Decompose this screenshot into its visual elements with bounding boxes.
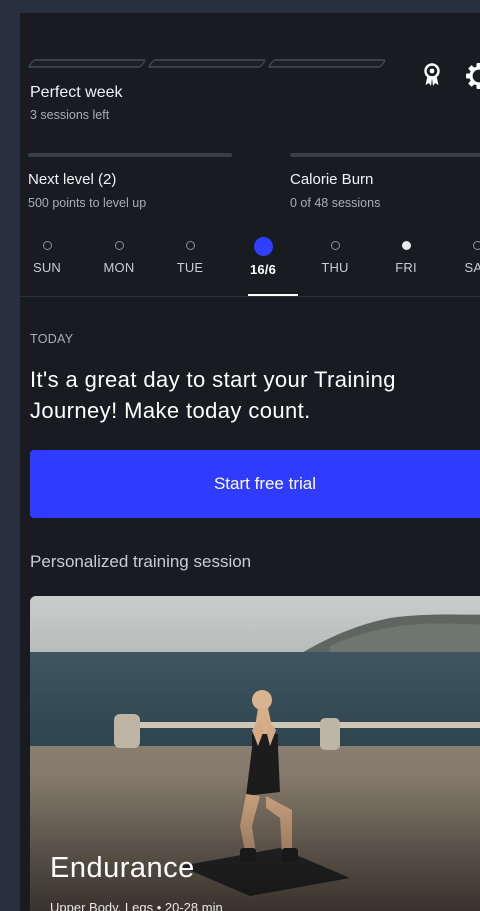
day-label: TUE: [176, 260, 204, 275]
section-title: Personalized training session: [30, 552, 252, 571]
day-status-dot: [472, 241, 480, 250]
day-label: 16/6: [249, 262, 277, 277]
gear-icon[interactable]: [464, 61, 480, 91]
day-label: SAT: [464, 260, 480, 275]
day-mon[interactable]: MON: [94, 237, 144, 275]
today-headline: It's a great day to start your Training …: [30, 367, 396, 423]
day-status-dot-filled: [401, 241, 411, 250]
workout-title: Endurance: [50, 852, 195, 884]
perfect-week-title: Perfect week: [30, 84, 123, 101]
day-today[interactable]: 16/6: [238, 237, 288, 277]
day-label: SUN: [32, 260, 62, 275]
day-status-dot: [185, 241, 195, 250]
day-tue[interactable]: TUE: [165, 237, 215, 275]
day-sat[interactable]: SAT: [452, 237, 480, 275]
week-day-selector: SUN MON TUE 16/6 THU FRI SAT: [20, 237, 480, 297]
week-progress-segment: [266, 59, 388, 68]
week-progress-segment: [146, 59, 268, 68]
perfect-week-progress: [26, 59, 388, 68]
day-status-dot: [114, 241, 124, 250]
next-level-subtitle: 500 points to level up: [28, 196, 147, 210]
day-status-dot-active: [253, 237, 273, 256]
day-label: THU: [321, 260, 349, 275]
perfect-week-subtitle: 3 sessions left: [30, 108, 110, 122]
section-divider: [20, 296, 480, 297]
day-fri[interactable]: FRI: [381, 237, 431, 275]
day-label: FRI: [395, 260, 417, 275]
award-badge-icon[interactable]: [419, 61, 445, 89]
today-label: TODAY: [30, 332, 74, 346]
workout-subtitle: Upper Body, Legs • 20-28 min: [50, 900, 223, 911]
next-level-title[interactable]: Next level (2): [28, 171, 116, 188]
workout-card[interactable]: Endurance Upper Body, Legs • 20-28 min: [30, 596, 480, 911]
start-free-trial-button[interactable]: Start free trial: [30, 450, 480, 518]
calorie-burn-title[interactable]: Calorie Burn: [290, 171, 373, 188]
next-level-progress-bar: [28, 153, 232, 157]
day-thu[interactable]: THU: [310, 237, 360, 275]
app-frame: Perfect week 3 sessions left Next level …: [20, 13, 480, 911]
day-sun[interactable]: SUN: [22, 237, 72, 275]
day-status-dot: [330, 241, 340, 250]
calorie-burn-progress-bar: [290, 153, 480, 157]
day-label: MON: [103, 260, 135, 275]
day-status-dot: [42, 241, 52, 250]
week-progress-segment: [26, 59, 148, 68]
calorie-burn-subtitle: 0 of 48 sessions: [290, 196, 381, 210]
